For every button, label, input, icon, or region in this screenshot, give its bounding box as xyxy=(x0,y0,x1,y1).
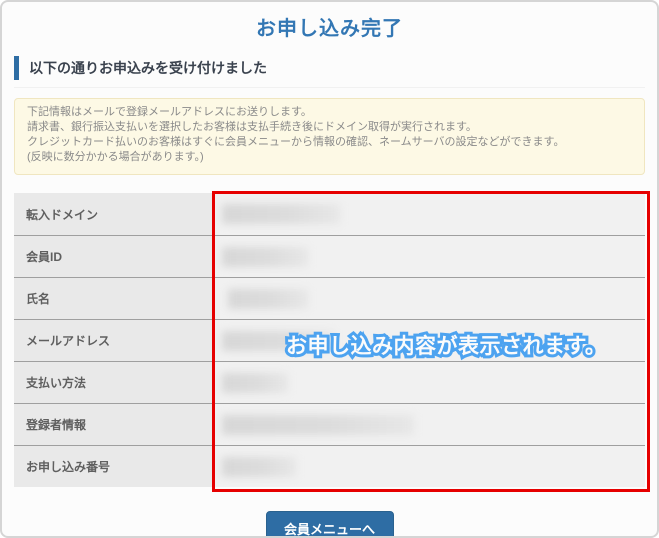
section-heading-wrap: 以下の通りお申込みを受け付けました xyxy=(14,56,645,88)
page-title: お申し込み完了 xyxy=(2,2,657,41)
member-menu-button[interactable]: 会員メニューへ xyxy=(266,511,394,538)
row-value-redacted xyxy=(212,404,645,445)
notice-box: 下記情報はメールで登録メールアドレスにお送りします。 請求書、銀行振込支払いを選… xyxy=(14,98,645,175)
redacted-value-blur xyxy=(222,415,414,435)
notice-line: (反映に数分かかる場合があります。) xyxy=(27,150,632,165)
row-value-redacted xyxy=(212,193,645,235)
redacted-value-blur xyxy=(222,457,296,477)
row-value-redacted xyxy=(212,362,645,403)
row-label: 登録者情報 xyxy=(14,404,212,445)
redacted-value-blur xyxy=(222,331,334,351)
table-row-email: メールアドレス xyxy=(14,319,645,361)
row-value-redacted xyxy=(212,320,645,361)
table-row-registrant-info: 登録者情報 xyxy=(14,403,645,445)
row-value-redacted xyxy=(212,236,645,277)
row-value-redacted xyxy=(212,278,645,319)
redacted-value-blur xyxy=(222,373,288,393)
table-row-payment-method: 支払い方法 xyxy=(14,361,645,403)
redacted-value-blur xyxy=(222,204,340,224)
row-label: お申し込み番号 xyxy=(14,446,212,487)
section-heading: 以下の通りお申込みを受け付けました xyxy=(14,56,645,80)
table-row-member-id: 会員ID xyxy=(14,235,645,277)
table-row-transfer-domain: 転入ドメイン xyxy=(14,193,645,235)
redacted-value-blur xyxy=(222,247,308,267)
row-value-redacted xyxy=(212,446,645,487)
application-complete-page: お申し込み完了 以下の通りお申込みを受け付けました 下記情報はメールで登録メール… xyxy=(0,0,659,538)
row-label: 転入ドメイン xyxy=(14,193,212,235)
row-label: 氏名 xyxy=(14,278,212,319)
row-label: メールアドレス xyxy=(14,320,212,361)
table-row-name: 氏名 xyxy=(14,277,645,319)
row-label: 会員ID xyxy=(14,236,212,277)
footer-button-row: 会員メニューへ xyxy=(2,511,657,538)
application-summary-table: 転入ドメイン 会員ID 氏名 メールアドレス 支払い方法 登録者情報 お申し込み… xyxy=(14,193,645,487)
notice-line: 下記情報はメールで登録メールアドレスにお送りします。 xyxy=(27,105,632,120)
redacted-value-blur xyxy=(228,289,308,309)
table-row-application-number: お申し込み番号 xyxy=(14,445,645,487)
notice-line: クレジットカード払いのお客様はすぐに会員メニューから情報の確認、ネームサーバの設… xyxy=(27,135,632,150)
row-label: 支払い方法 xyxy=(14,362,212,403)
notice-line: 請求書、銀行振込支払いを選択したお客様は支払手続き後にドメイン取得が実行されます… xyxy=(27,120,632,135)
